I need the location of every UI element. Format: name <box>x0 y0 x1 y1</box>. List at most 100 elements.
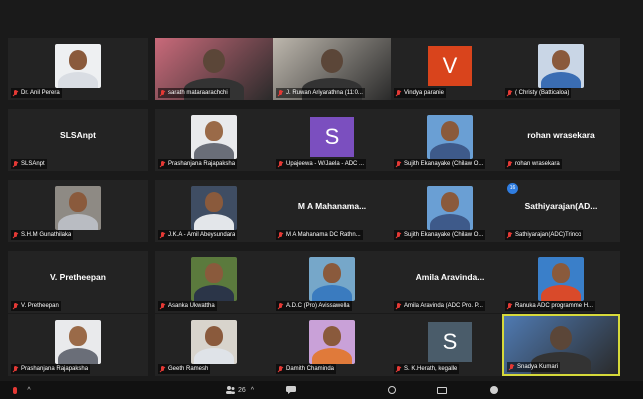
profile-photo <box>309 319 355 364</box>
chat-button[interactable] <box>283 384 299 396</box>
profile-photo-body <box>541 284 581 301</box>
profile-photo <box>191 114 237 159</box>
profile-photo-body <box>312 347 352 364</box>
profile-photo-body <box>194 284 234 301</box>
participant-caption: ( Christy (Batticaloa) <box>505 88 572 98</box>
participant-name: Asanka Ukwattha <box>168 303 215 309</box>
profile-photo-head <box>205 262 223 283</box>
participant-tile[interactable]: Dr. Anil Perera <box>8 38 148 100</box>
participant-tile[interactable]: Ranuka ADC programme H... <box>502 251 620 313</box>
gallery-view: Dr. Anil Perera sarath mataraarachchi J. R… <box>8 38 635 379</box>
record-icon <box>388 386 396 394</box>
participant-tile[interactable]: Sujith Ekanayake (Chilaw O... <box>391 180 509 242</box>
mic-off-icon <box>396 231 401 239</box>
participant-tile[interactable]: Sathiyarajan(AD... 16 Sathiyarajan(ADC)Tri… <box>502 180 620 242</box>
share-screen-button[interactable] <box>334 384 350 396</box>
participant-tile[interactable]: Prashanjana Rajapaksha <box>155 109 273 171</box>
profile-photo <box>309 256 355 301</box>
profile-photo-head <box>205 120 223 141</box>
participant-name: Prashanjana Rajapaksha <box>21 366 89 372</box>
participant-tile[interactable]: V Vindya paranie <box>391 38 509 100</box>
participants-count: 26 <box>237 386 246 394</box>
participant-caption: J. Ruwan Ariyarathna (11:0... <box>276 88 365 98</box>
participant-name: ( Christy (Batticaloa) <box>515 90 570 96</box>
avatar-letter: V <box>428 45 472 86</box>
mic-off-icon <box>160 302 165 310</box>
profile-photo-head <box>69 191 87 212</box>
reactions-button[interactable] <box>486 384 502 396</box>
participant-tile[interactable]: ( Christy (Batticaloa) <box>502 38 620 100</box>
participant-caption: Damith Chaminda <box>276 364 337 374</box>
participant-name: Damith Chaminda <box>286 366 335 372</box>
participant-tile[interactable]: S.H.M Gunathilaka <box>8 180 148 242</box>
participant-tile[interactable]: Sujith Ekanayake (Chilaw O... <box>391 109 509 171</box>
participant-name: Snadya Kumari <box>517 364 559 370</box>
participant-tile[interactable]: Geeth Ramesh <box>155 314 273 376</box>
participant-caption: Snadya Kumari <box>507 362 561 372</box>
participant-tile[interactable]: sarath mataraarachchi <box>155 38 273 100</box>
share-screen-icon <box>337 386 347 394</box>
captions-icon <box>437 386 447 394</box>
participant-name: J.K.A - Amil Abeysundara <box>168 232 236 238</box>
profile-photo-head <box>323 262 341 283</box>
mic-off-icon <box>507 89 512 97</box>
mic-off-icon <box>278 160 283 168</box>
participant-tile[interactable]: S Upajeewa - W/Jaela - ADC ... <box>273 109 391 171</box>
participants-button[interactable]: 26 ^ <box>222 384 258 396</box>
participant-tile[interactable]: Damith Chaminda <box>273 314 391 376</box>
participant-tile[interactable]: J.K.A - Amil Abeysundara <box>155 180 273 242</box>
profile-photo-body <box>312 284 352 301</box>
participant-caption: Geeth Ramesh <box>158 364 211 374</box>
participant-tile[interactable]: A.D.C (Pro) Avissawella <box>273 251 391 313</box>
profile-photo-body <box>58 347 98 364</box>
mic-off-icon <box>278 302 283 310</box>
participant-tile[interactable]: S S. K.Herath, kegalle <box>391 314 509 376</box>
participant-display-name: M A Mahanama... <box>297 201 367 212</box>
participant-caption: Prashanjana Rajapaksha <box>11 364 91 374</box>
profile-photo-head <box>69 49 87 70</box>
participant-name: S.H.M Gunathilaka <box>21 232 72 238</box>
profile-photo-head <box>69 325 87 346</box>
participant-tile[interactable]: V. Pretheepan V. Pretheepan <box>8 251 148 313</box>
chevron-up-icon[interactable]: ^ <box>24 384 34 396</box>
mic-off-icon <box>278 365 283 373</box>
participant-caption: A.D.C (Pro) Avissawella <box>276 301 352 311</box>
participant-tile[interactable]: J. Ruwan Ariyarathna (11:0... <box>273 38 391 100</box>
participant-tile[interactable]: SLSAnpt SLSAnpt <box>8 109 148 171</box>
mic-off-icon <box>507 231 512 239</box>
video-person <box>550 326 572 351</box>
mic-off-icon <box>509 363 514 371</box>
profile-photo <box>55 43 101 88</box>
participant-tile[interactable]: rohan wrasekara rohan wrasekara <box>502 109 620 171</box>
participant-caption: Asanka Ukwattha <box>158 301 217 311</box>
participant-caption: Dr. Anil Perera <box>11 88 62 98</box>
participant-caption: Upajeewa - W/Jaela - ADC ... <box>276 159 367 169</box>
participant-display-name: Amila Aravinda... <box>415 272 485 283</box>
profile-photo <box>538 43 584 88</box>
participant-caption: V. Pretheepan <box>11 301 61 311</box>
profile-photo-head <box>441 120 459 141</box>
profile-photo-body <box>430 213 470 230</box>
participant-tile[interactable]: Snadya Kumari <box>502 314 620 376</box>
mic-icon[interactable] <box>8 384 22 396</box>
profile-photo <box>427 114 473 159</box>
participant-tile[interactable]: M A Mahanama... M A Mahanama DC Rathn... <box>273 180 391 242</box>
participant-tile[interactable]: Prashanjana Rajapaksha <box>8 314 148 376</box>
participant-caption: J.K.A - Amil Abeysundara <box>158 230 238 240</box>
profile-photo-head <box>323 325 341 346</box>
record-button[interactable] <box>384 384 400 396</box>
participant-caption: rohan wrasekara <box>505 159 562 169</box>
participant-name: A.D.C (Pro) Avissawella <box>286 303 350 309</box>
participant-tile[interactable]: Amila Aravinda... Amila Aravinda (ADC Pro… <box>391 251 509 313</box>
mic-off-icon <box>278 89 283 97</box>
captions-button[interactable] <box>434 384 450 396</box>
participant-tile[interactable]: Asanka Ukwattha <box>155 251 273 313</box>
chevron-up-icon[interactable]: ^ <box>251 387 254 394</box>
mic-off-icon <box>396 89 401 97</box>
participant-name: Upajeewa - W/Jaela - ADC ... <box>286 161 365 167</box>
participant-name: Dr. Anil Perera <box>21 90 60 96</box>
participant-name: Sathiyarajan(ADC)Trinco <box>515 232 582 238</box>
profile-photo-head <box>205 325 223 346</box>
participant-caption: Sujith Ekanayake (Chilaw O... <box>394 159 486 169</box>
profile-photo-body <box>58 213 98 230</box>
